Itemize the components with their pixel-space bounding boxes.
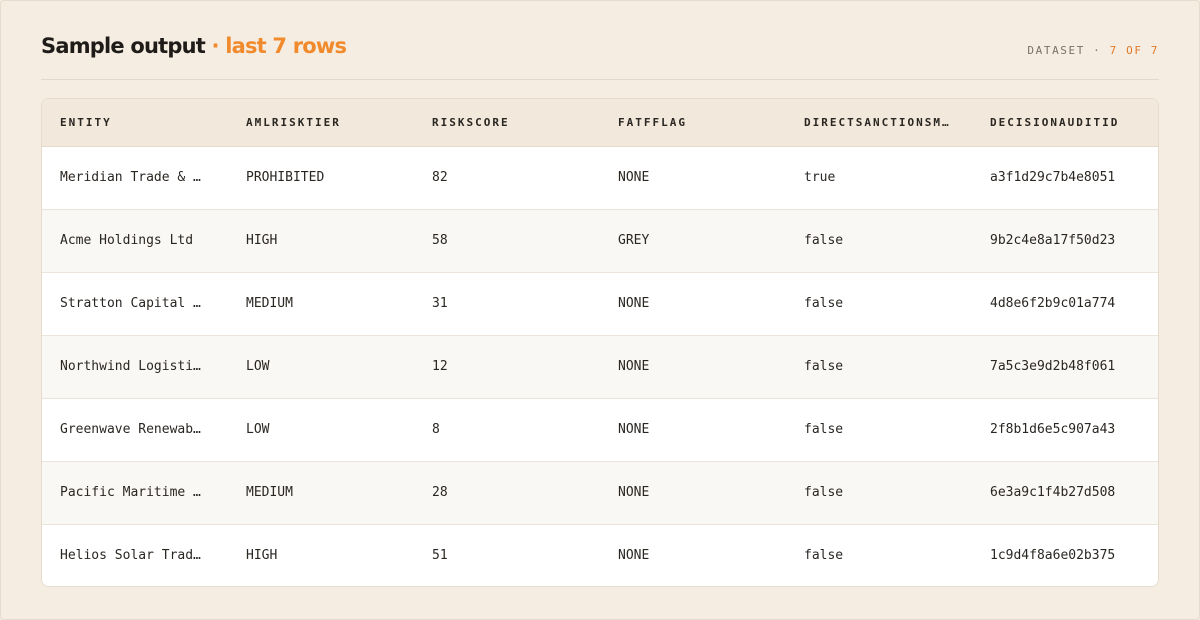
table-row[interactable]: Acme Holdings Ltd HIGH 58 GREY false 9b2…	[42, 210, 1158, 273]
cell-entity: Meridian Trade & …	[60, 170, 201, 185]
cell-amlrisktier: LOW	[246, 359, 270, 374]
cell-decisionauditid: 2f8b1d6e5c907a43	[990, 422, 1116, 437]
page-title: Sample output · last 7 rows	[41, 34, 348, 58]
column-header-decisionauditid[interactable]: DECISIONAUDITID	[972, 99, 1158, 146]
data-table: ENTITY AMLRISKTIER RISKSCORE FATFFLAG DI…	[41, 98, 1159, 587]
cell-directsanctions: false	[804, 548, 844, 563]
title-accent: · last 7 rows	[211, 34, 348, 58]
dataset-counter: DATASET · 7 OF 7	[1027, 44, 1159, 57]
cell-directsanctions: false	[804, 233, 844, 248]
table-body: Meridian Trade & … PROHIBITED 82 NONE tr…	[42, 147, 1158, 586]
cell-riskscore: 51	[432, 548, 448, 563]
cell-amlrisktier: PROHIBITED	[246, 170, 325, 185]
cell-entity: Helios Solar Trad…	[60, 548, 201, 563]
cell-decisionauditid: 4d8e6f2b9c01a774	[990, 296, 1116, 311]
dataset-label: DATASET ·	[1027, 44, 1102, 57]
cell-amlrisktier: HIGH	[246, 548, 278, 563]
column-header-directsanctions[interactable]: DIRECTSANCTIONSM…	[786, 99, 972, 146]
cell-decisionauditid: 6e3a9c1f4b27d508	[990, 485, 1116, 500]
table-row[interactable]: Pacific Maritime … MEDIUM 28 NONE false …	[42, 462, 1158, 525]
cell-riskscore: 8	[432, 422, 440, 437]
cell-entity: Acme Holdings Ltd	[60, 233, 194, 248]
table-row[interactable]: Helios Solar Trad… HIGH 51 NONE false 1c…	[42, 525, 1158, 586]
cell-fatfflag: NONE	[618, 359, 650, 374]
cell-amlrisktier: MEDIUM	[246, 485, 293, 500]
cell-decisionauditid: 7a5c3e9d2b48f061	[990, 359, 1116, 374]
cell-riskscore: 31	[432, 296, 448, 311]
cell-entity: Greenwave Renewab…	[60, 422, 201, 437]
cell-entity: Stratton Capital …	[60, 296, 201, 311]
cell-directsanctions: false	[804, 422, 844, 437]
table-header: ENTITY AMLRISKTIER RISKSCORE FATFFLAG DI…	[42, 99, 1158, 147]
cell-decisionauditid: a3f1d29c7b4e8051	[990, 170, 1116, 185]
cell-riskscore: 82	[432, 170, 448, 185]
cell-directsanctions: true	[804, 170, 836, 185]
column-header-riskscore[interactable]: RISKSCORE	[414, 99, 600, 146]
cell-entity: Pacific Maritime …	[60, 485, 201, 500]
cell-fatfflag: NONE	[618, 548, 650, 563]
column-header-entity[interactable]: ENTITY	[42, 99, 228, 146]
dataset-count: 7 OF 7	[1109, 44, 1159, 57]
cell-fatfflag: NONE	[618, 170, 650, 185]
cell-fatfflag: NONE	[618, 485, 650, 500]
cell-riskscore: 28	[432, 485, 448, 500]
table-row[interactable]: Greenwave Renewab… LOW 8 NONE false 2f8b…	[42, 399, 1158, 462]
cell-directsanctions: false	[804, 296, 844, 311]
cell-fatfflag: GREY	[618, 233, 650, 248]
cell-decisionauditid: 9b2c4e8a17f50d23	[990, 233, 1116, 248]
section-header: Sample output · last 7 rows DATASET · 7 …	[41, 34, 1159, 80]
cell-fatfflag: NONE	[618, 422, 650, 437]
cell-decisionauditid: 1c9d4f8a6e02b375	[990, 548, 1116, 563]
cell-riskscore: 58	[432, 233, 448, 248]
column-header-fatfflag[interactable]: FATFFLAG	[600, 99, 786, 146]
cell-entity: Northwind Logisti…	[60, 359, 201, 374]
cell-riskscore: 12	[432, 359, 448, 374]
table-row[interactable]: Stratton Capital … MEDIUM 31 NONE false …	[42, 273, 1158, 336]
title-main: Sample output	[41, 34, 206, 58]
table-row[interactable]: Meridian Trade & … PROHIBITED 82 NONE tr…	[42, 147, 1158, 210]
cell-directsanctions: false	[804, 485, 844, 500]
cell-amlrisktier: LOW	[246, 422, 270, 437]
cell-amlrisktier: MEDIUM	[246, 296, 293, 311]
cell-fatfflag: NONE	[618, 296, 650, 311]
table-row[interactable]: Northwind Logisti… LOW 12 NONE false 7a5…	[42, 336, 1158, 399]
cell-directsanctions: false	[804, 359, 844, 374]
column-header-amlrisktier[interactable]: AMLRISKTIER	[228, 99, 414, 146]
cell-amlrisktier: HIGH	[246, 233, 278, 248]
